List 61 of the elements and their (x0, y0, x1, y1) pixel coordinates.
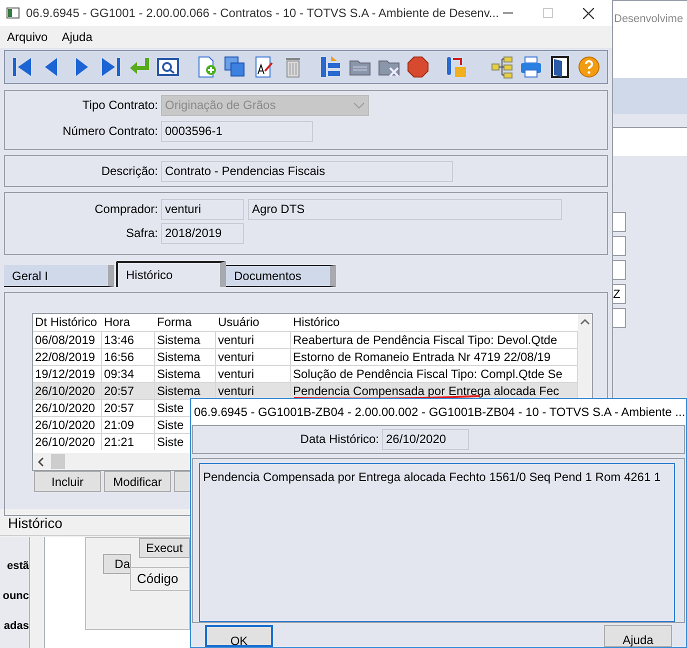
field-label: Número Contrato: (62, 123, 159, 140)
input-field[interactable]: 26/10/2020 (382, 428, 469, 450)
input-field[interactable]: Agro DTS (248, 198, 562, 220)
button[interactable]: Incluir (34, 471, 101, 492)
input-field[interactable]: 2018/2019 (161, 222, 244, 244)
input-field[interactable] (612, 308, 626, 328)
menu-item[interactable]: Ajuda (62, 26, 92, 48)
transfer-icon[interactable] (444, 55, 468, 79)
menu-item[interactable]: Arquivo (7, 26, 48, 48)
button[interactable]: Execut (139, 538, 190, 558)
field-label: Tipo Contrato: (81, 97, 159, 114)
stop-icon[interactable] (406, 55, 430, 79)
hierarchy-icon[interactable] (490, 55, 514, 79)
column-header[interactable]: Dt Histórico (33, 314, 102, 331)
field-label: Safra: (124, 225, 159, 242)
table-cell: 21:21 (102, 434, 155, 450)
field-label: Descrição: (100, 163, 159, 180)
table-row[interactable]: 26/10/2020 20:57 Sistema venturi Pendencia Compensada por Entrega alocada Fec (33, 382, 578, 399)
input-field[interactable] (612, 236, 626, 256)
copy-icon[interactable] (223, 55, 247, 79)
column-header[interactable]: Histórico (291, 314, 578, 331)
button[interactable]: OK (205, 625, 273, 647)
table-row[interactable]: 19/12/2019 09:34 Sistema venturi Solução de Pendência Fiscal Tipo: Compl.Qtde Se (33, 365, 578, 382)
button[interactable]: Ajuda (604, 625, 672, 647)
window-title: Desenvolvime (614, 13, 684, 25)
sidebar-item[interactable]: ounc (2, 587, 29, 605)
input-field[interactable]: Contrato - Pendencias Fiscais (161, 160, 453, 182)
table-cell: 26/10/2020 (33, 434, 102, 450)
input-field[interactable] (612, 212, 626, 232)
column-header[interactable]: Usuário (216, 314, 291, 331)
field-label: Código (130, 567, 190, 591)
chevron-down-icon (353, 102, 365, 108)
button[interactable]: Da (103, 554, 131, 574)
button[interactable]: Modificar (104, 471, 171, 492)
chevron-up-icon[interactable] (580, 318, 590, 326)
app-icon (6, 6, 20, 20)
text-area[interactable]: Pendencia Compensada por Entrega alocada Fechto 1561/0 Seq Pend 1 Rom 4261 1 (199, 462, 675, 622)
window-title: 06.9.6945 - GG1001 - 2.00.00.066 - Contratos - 10 - TOTVS S.A - Ambiente de Desenv... (26, 5, 499, 22)
sidebar-item[interactable]: adas (4, 617, 29, 635)
preview-icon[interactable] (156, 55, 180, 79)
column-header[interactable]: Forma (155, 314, 216, 331)
tree-arrow-icon[interactable] (319, 55, 343, 79)
input-field[interactable] (612, 260, 626, 280)
scrollbar-thumb[interactable] (51, 454, 65, 469)
chevron-left-icon[interactable] (37, 456, 45, 466)
help-icon[interactable] (577, 55, 601, 79)
input-field[interactable]: Z (612, 284, 626, 304)
column-header[interactable]: Hora (102, 314, 155, 331)
tab[interactable]: Geral I (4, 265, 114, 287)
table-row[interactable]: 06/08/2019 13:46 Sistema venturi Reabertura de Pendência Fiscal Tipo: Devol.Qtde (33, 331, 578, 348)
sidebar-item[interactable]: estã (6, 557, 29, 575)
exit-door-icon[interactable] (548, 55, 572, 79)
tab[interactable]: Histórico (116, 261, 226, 287)
table-row[interactable]: 22/08/2019 16:56 Sistema venturi Estorno de Romaneio Entrada Nr 4719 22/08/19 (33, 348, 578, 365)
tab[interactable]: Documentos (226, 265, 336, 287)
field-label: Comprador: (94, 201, 159, 218)
printer-icon[interactable] (519, 55, 543, 79)
close-icon[interactable] (583, 8, 594, 18)
field-label: Data Histórico: (299, 431, 380, 448)
input-field[interactable]: venturi (161, 198, 244, 220)
input-field[interactable]: 0003596-1 (161, 120, 313, 142)
